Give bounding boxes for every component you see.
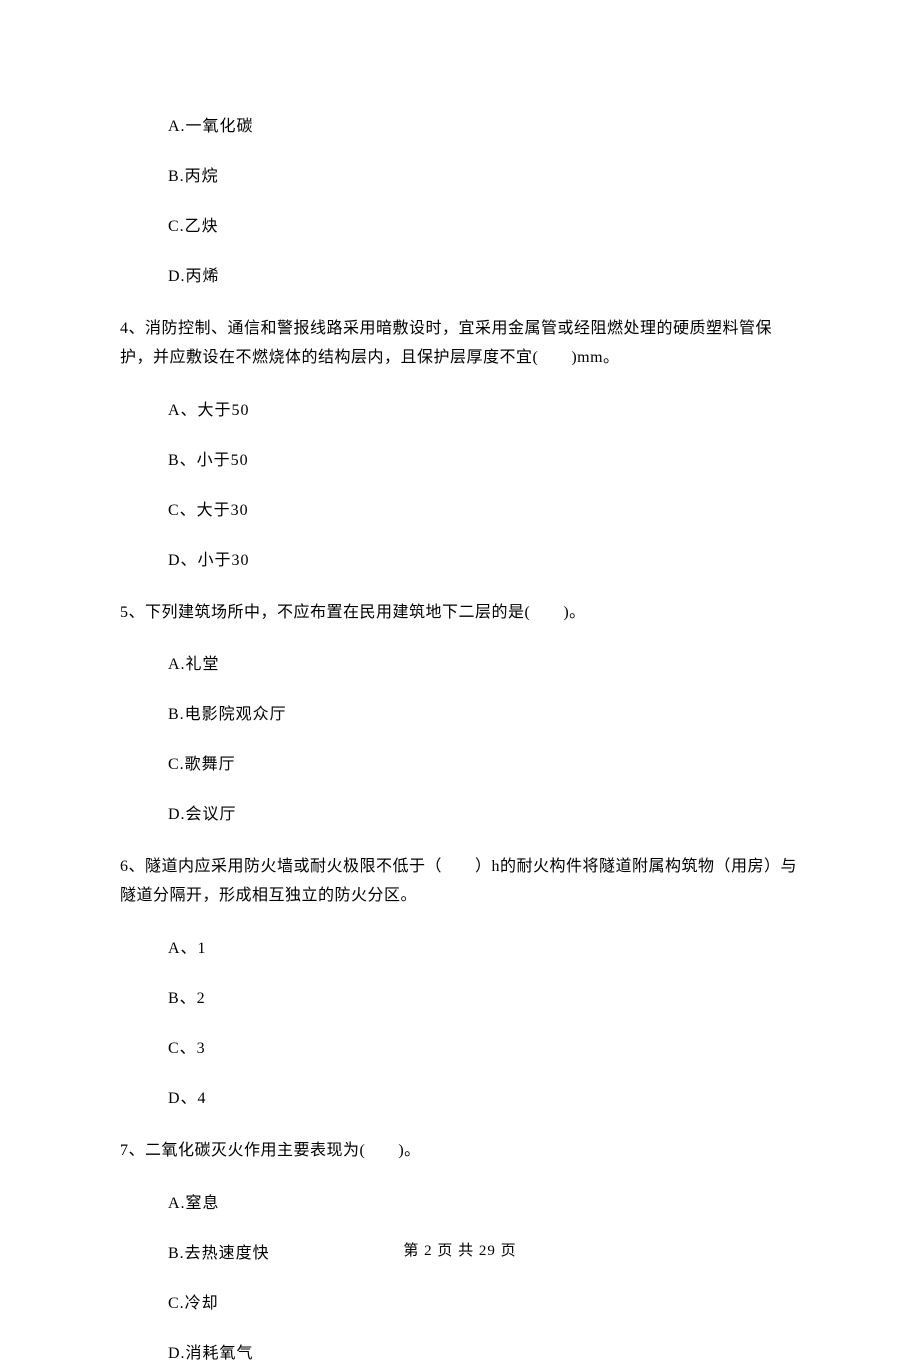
option-c: C.歌舞厅 <box>168 753 800 777</box>
option-c: C、3 <box>168 1037 800 1061</box>
option-a: A.礼堂 <box>168 653 800 677</box>
question-4: 4、消防控制、通信和警报线路采用暗敷设时，宜采用金属管或经阻燃处理的硬质塑料管保… <box>120 315 800 573</box>
option-d: D.丙烯 <box>168 265 800 289</box>
option-d: D.会议厅 <box>168 803 800 827</box>
option-b: B、小于50 <box>168 449 800 473</box>
question-3-options: A.一氧化碳 B.丙烷 C.乙炔 D.丙烯 <box>120 115 800 289</box>
question-5-text: 5、下列建筑场所中，不应布置在民用建筑地下二层的是( )。 <box>120 599 800 628</box>
option-b: B.丙烷 <box>168 165 800 189</box>
question-4-options: A、大于50 B、小于50 C、大于30 D、小于30 <box>120 399 800 573</box>
option-c: C、大于30 <box>168 499 800 523</box>
question-6-text: 6、隧道内应采用防火墙或耐火极限不低于（ ）h的耐火构件将隧道附属构筑物（用房）… <box>120 853 800 911</box>
option-b: B.电影院观众厅 <box>168 703 800 727</box>
question-6: 6、隧道内应采用防火墙或耐火极限不低于（ ）h的耐火构件将隧道附属构筑物（用房）… <box>120 853 800 1111</box>
question-6-options: A、1 B、2 C、3 D、4 <box>120 937 800 1111</box>
option-d: D、4 <box>168 1087 800 1111</box>
option-b: B、2 <box>168 987 800 1011</box>
question-7-text: 7、二氧化碳灭火作用主要表现为( )。 <box>120 1137 800 1166</box>
option-d: D、小于30 <box>168 549 800 573</box>
question-4-text: 4、消防控制、通信和警报线路采用暗敷设时，宜采用金属管或经阻燃处理的硬质塑料管保… <box>120 315 800 373</box>
question-5: 5、下列建筑场所中，不应布置在民用建筑地下二层的是( )。 A.礼堂 B.电影院… <box>120 599 800 828</box>
option-a: A.一氧化碳 <box>168 115 800 139</box>
option-a: A、1 <box>168 937 800 961</box>
option-a: A、大于50 <box>168 399 800 423</box>
question-3-partial: A.一氧化碳 B.丙烷 C.乙炔 D.丙烯 <box>120 115 800 289</box>
question-5-options: A.礼堂 B.电影院观众厅 C.歌舞厅 D.会议厅 <box>120 653 800 827</box>
option-c: C.冷却 <box>168 1292 800 1316</box>
question-7-options: A.窒息 B.去热速度快 C.冷却 D.消耗氧气 <box>120 1192 800 1366</box>
option-d: D.消耗氧气 <box>168 1342 800 1366</box>
page-footer: 第 2 页 共 29 页 <box>0 1240 920 1263</box>
option-a: A.窒息 <box>168 1192 800 1216</box>
option-c: C.乙炔 <box>168 215 800 239</box>
